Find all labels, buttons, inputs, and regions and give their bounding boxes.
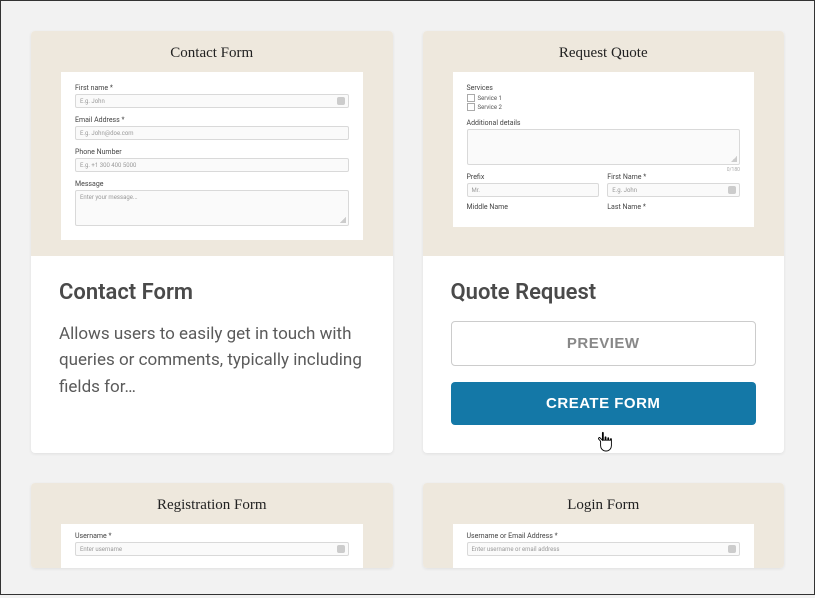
preview-field-input: E.g. John (607, 183, 740, 197)
template-thumb: Request Quote Services Service 1 Service… (423, 31, 785, 256)
preview-field-textarea (467, 129, 741, 165)
preview-field-textarea: Enter your message... (75, 190, 349, 226)
thumb-title: Login Form (423, 483, 785, 524)
create-form-button[interactable]: CREATE FORM (451, 382, 757, 425)
preview-field-input: Enter username or email address (467, 542, 741, 556)
preview-field-label: Services (467, 84, 741, 92)
preview-field-input: E.g. John@doe.com (75, 126, 349, 140)
preview-field-label: Additional details (467, 119, 741, 127)
preview-field-label: Last Name * (607, 203, 740, 211)
preview-field-input: E.g. John (75, 94, 349, 108)
template-card-login[interactable]: Login Form Username or Email Address * E… (423, 483, 785, 568)
form-preview: Services Service 1 Service 2 Additional … (453, 72, 755, 227)
preview-field-label: Phone Number (75, 148, 349, 156)
template-thumb: Contact Form First name * E.g. John Emai… (31, 31, 393, 256)
preview-field-label: Username * (75, 532, 349, 540)
preview-field-input: Enter username (75, 542, 349, 556)
preview-checkbox: Service 1 (467, 94, 741, 102)
preview-field-label: Username or Email Address * (467, 532, 741, 540)
preview-field-label: Email Address * (75, 116, 349, 124)
template-card-quote[interactable]: Request Quote Services Service 1 Service… (423, 31, 785, 453)
preview-field-label: First Name * (607, 173, 740, 181)
preview-field-input: E.g. +1 300 400 5000 (75, 158, 349, 172)
form-preview: First name * E.g. John Email Address * E… (61, 72, 363, 240)
preview-field-label: Prefix (467, 173, 600, 181)
card-title: Quote Request (451, 280, 757, 305)
template-card-registration[interactable]: Registration Form Username * Enter usern… (31, 483, 393, 568)
preview-field-label: First name * (75, 84, 349, 92)
preview-field-label: Message (75, 180, 349, 188)
card-body: Contact Form Allows users to easily get … (31, 256, 393, 428)
form-preview: Username or Email Address * Enter userna… (453, 524, 755, 568)
template-thumb: Registration Form Username * Enter usern… (31, 483, 393, 568)
preview-field-label: Middle Name (467, 203, 600, 211)
card-body: Quote Request PREVIEW CREATE FORM (423, 256, 785, 453)
form-preview: Username * Enter username (61, 524, 363, 568)
template-thumb: Login Form Username or Email Address * E… (423, 483, 785, 568)
card-description: Allows users to easily get in touch with… (59, 321, 365, 400)
preview-checkboxes: Service 1 Service 2 (467, 94, 741, 111)
card-title: Contact Form (59, 280, 365, 305)
template-grid: Contact Form First name * E.g. John Emai… (1, 1, 814, 598)
preview-select: Mr. (467, 183, 600, 197)
thumb-title: Request Quote (423, 31, 785, 72)
thumb-title: Contact Form (31, 31, 393, 72)
thumb-title: Registration Form (31, 483, 393, 524)
preview-button[interactable]: PREVIEW (451, 321, 757, 366)
preview-checkbox: Service 2 (467, 103, 741, 111)
template-card-contact[interactable]: Contact Form First name * E.g. John Emai… (31, 31, 393, 453)
